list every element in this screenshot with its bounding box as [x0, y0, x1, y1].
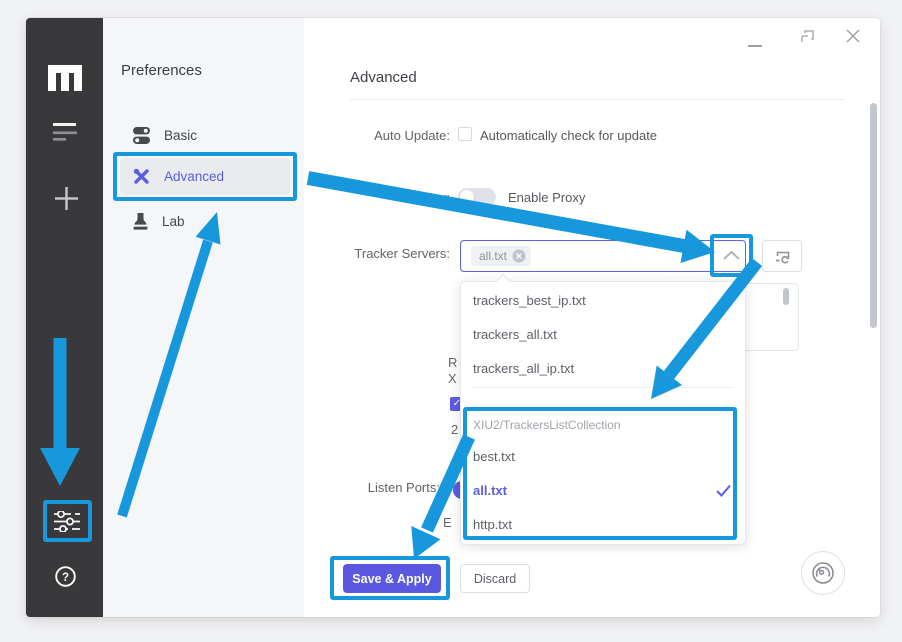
task-list-icon[interactable]: [53, 122, 78, 142]
lab-stamp-icon: [133, 213, 148, 230]
proxy-toggle-label: Enable Proxy: [508, 190, 585, 205]
sidebar-item-label: Basic: [164, 128, 197, 143]
close-button[interactable]: [846, 29, 860, 43]
page-title: Advanced: [350, 69, 417, 86]
chevron-up-icon[interactable]: [723, 251, 740, 260]
sync-icon: [774, 249, 791, 264]
preferences-panel: [103, 18, 304, 617]
listen-ports-label: Listen Ports:: [220, 480, 440, 495]
add-task-icon[interactable]: [55, 187, 78, 210]
app-window: ? Preferences Basic A: [26, 18, 880, 617]
sidebar-item-label: Lab: [162, 214, 185, 229]
tracker-servers-label: Tracker Servers:: [230, 246, 450, 261]
tracker-dropdown: trackers_best_ip.txt trackers_all.txt tr…: [460, 281, 746, 545]
dropdown-divider: [473, 387, 733, 388]
svg-text:?: ?: [62, 572, 69, 584]
option-label: all.txt: [473, 483, 507, 498]
motrix-logo-icon: [48, 65, 82, 91]
sidebar-item-lab[interactable]: Lab: [133, 204, 185, 238]
hidden-enable-text-fragment: E: [443, 515, 452, 530]
speed-limit-button[interactable]: [801, 551, 845, 595]
maximize-button[interactable]: [801, 30, 814, 43]
selected-tracker-tag: all.txt: [471, 246, 531, 266]
tag-label: all.txt: [479, 249, 507, 263]
save-apply-button[interactable]: Save & Apply: [343, 564, 441, 593]
app-sidebar: ?: [26, 18, 103, 617]
textarea-scrollbar[interactable]: [783, 288, 789, 305]
dropdown-option-selected[interactable]: all.txt: [461, 474, 745, 508]
sidebar-item-advanced[interactable]: Advanced: [133, 159, 224, 193]
title-divider: [350, 99, 844, 100]
dropdown-group-label: XIU2/TrackersListCollection: [461, 412, 745, 438]
screenshot-canvas: ? Preferences Basic A: [0, 0, 902, 642]
sidebar-item-basic[interactable]: Basic: [133, 118, 197, 152]
preferences-title: Preferences: [121, 62, 202, 79]
sidebar-item-label: Advanced: [164, 169, 224, 184]
dropdown-option[interactable]: trackers_best_ip.txt: [461, 284, 745, 318]
last-sync-date-fragment: 2: [451, 422, 458, 437]
advanced-tools-icon: [133, 168, 150, 185]
hidden-note-text: R X: [448, 355, 457, 387]
discard-button[interactable]: Discard: [460, 564, 530, 593]
speedometer-icon: [811, 561, 835, 585]
basic-toggles-icon: [133, 126, 150, 145]
preferences-sliders-icon[interactable]: [54, 511, 80, 532]
proxy-toggle[interactable]: [458, 188, 496, 206]
auto-update-label: Auto Update:: [230, 128, 450, 143]
minimize-button[interactable]: [748, 45, 762, 47]
help-icon[interactable]: ?: [55, 566, 76, 587]
check-icon: [716, 484, 731, 497]
sync-trackers-button[interactable]: [762, 240, 802, 272]
auto-update-checkbox[interactable]: [458, 127, 472, 141]
toggle-knob: [460, 190, 474, 204]
dropdown-option[interactable]: trackers_all_ip.txt: [461, 352, 745, 386]
tag-remove-icon[interactable]: [512, 249, 526, 263]
dropdown-option[interactable]: best.txt: [461, 440, 745, 474]
dropdown-option[interactable]: http.txt: [461, 508, 745, 542]
main-scrollbar[interactable]: [870, 103, 877, 328]
auto-update-checkbox-label[interactable]: Automatically check for update: [480, 128, 657, 143]
dropdown-option[interactable]: trackers_all.txt: [461, 318, 745, 352]
tracker-servers-select[interactable]: all.txt: [460, 240, 746, 272]
